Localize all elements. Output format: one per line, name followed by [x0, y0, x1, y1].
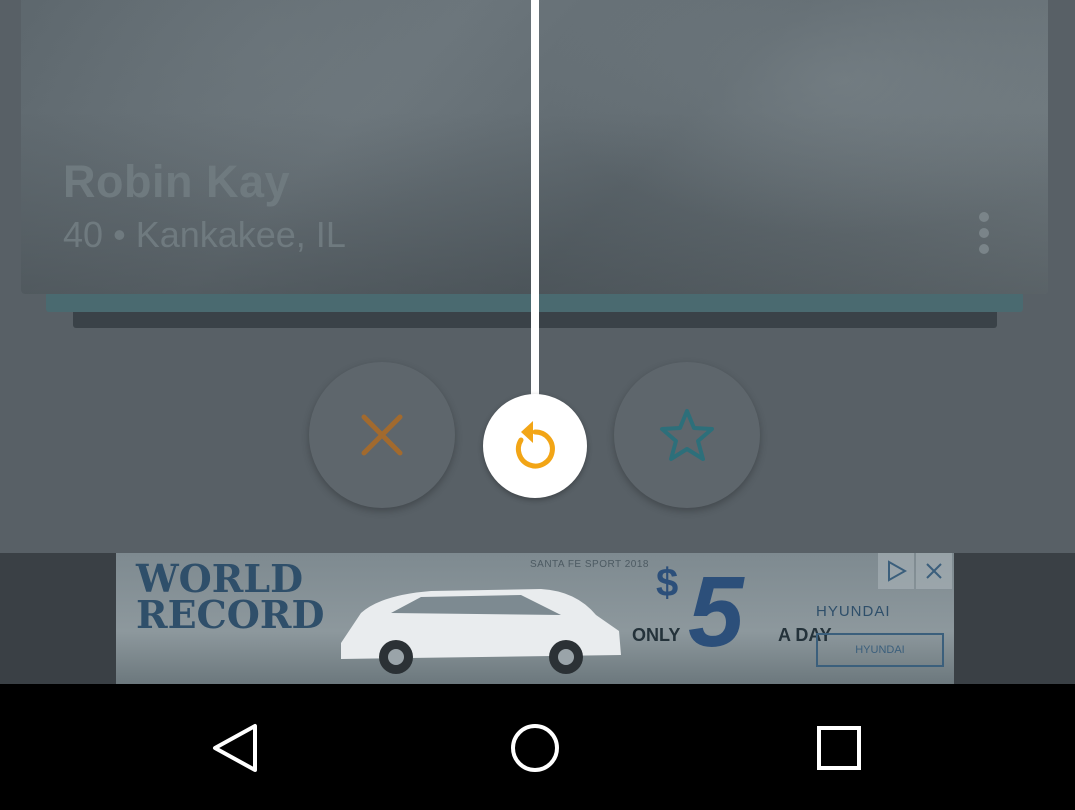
ad-brand: HYUNDAI — [816, 603, 891, 620]
back-button[interactable] — [199, 718, 269, 778]
undo-button[interactable] — [483, 394, 587, 498]
app-area: Robin Kay 40 • Kankakee, IL — [0, 0, 1075, 553]
ad-small-text: SANTA FE SPORT 2018 — [530, 559, 649, 570]
ad-headline-line2: RECORD — [136, 592, 325, 637]
ad-close-icon[interactable] — [916, 553, 952, 589]
ad-banner[interactable]: WORLD RECORD SANTA FE SPORT 2018 $ 5 ONL… — [116, 553, 954, 684]
tutorial-guide-line — [531, 0, 539, 400]
profile-meta: 40 • Kankakee, IL — [63, 214, 346, 256]
undo-icon — [515, 421, 555, 469]
ad-only: ONLY — [632, 625, 681, 645]
recents-button[interactable] — [804, 718, 874, 778]
car-image — [341, 589, 621, 674]
ad-dealer-logo: HYUNDAI — [816, 633, 944, 667]
ad-price: 5 — [688, 556, 744, 668]
ad-headline: WORLD RECORD — [136, 560, 325, 637]
back-icon — [213, 724, 257, 772]
profile-location: Kankakee, IL — [135, 214, 346, 255]
profile-name: Robin Kay — [63, 156, 291, 207]
home-button[interactable] — [500, 718, 570, 778]
profile-age: 40 — [63, 214, 104, 255]
star-icon — [660, 409, 714, 461]
home-icon — [511, 724, 559, 772]
ad-choices-icon[interactable] — [878, 553, 914, 589]
close-icon — [361, 414, 403, 456]
favorite-button[interactable] — [614, 362, 760, 508]
recents-icon — [817, 726, 861, 770]
nope-button[interactable] — [309, 362, 455, 508]
profile-separator: • — [113, 214, 126, 255]
system-navigation-bar — [0, 684, 1075, 810]
ad-dollar: $ — [656, 561, 679, 605]
more-options-icon[interactable] — [976, 210, 992, 256]
